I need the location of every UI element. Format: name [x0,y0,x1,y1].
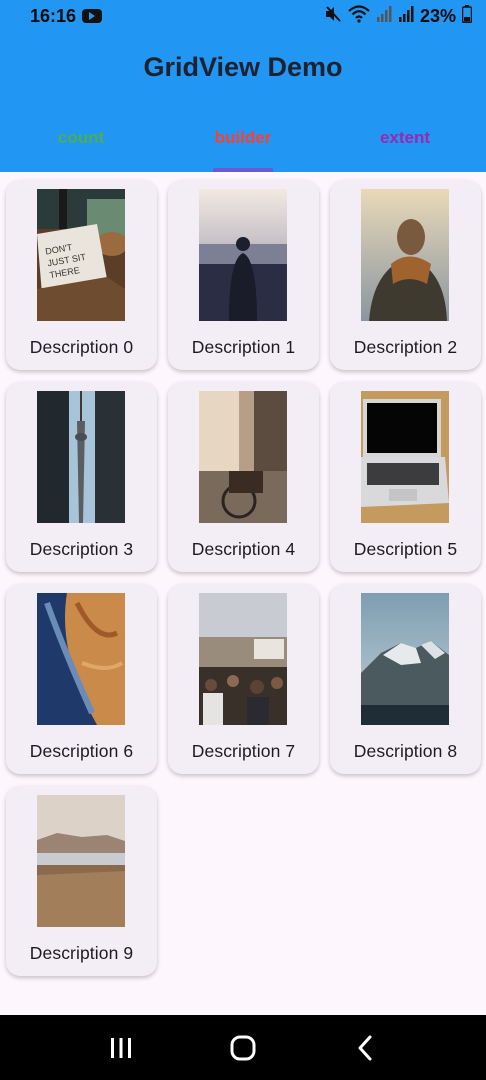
card-description: Description 5 [353,539,458,559]
tab-builder-label: builder [214,128,272,147]
card-description: Description 7 [191,741,296,761]
grid-card[interactable]: DON'T JUST SIT THERE Description 0 [6,180,157,370]
signal-icon [376,5,392,28]
page-title: GridView Demo [143,52,343,82]
grid-card[interactable]: Description 9 [6,786,157,976]
grid-card[interactable]: Description 4 [168,382,319,572]
grid-card[interactable]: Description 7 [168,584,319,774]
aerial-terrain-photo [37,593,125,725]
card-description: Description 2 [353,337,458,357]
mute-icon [324,5,342,28]
wifi-icon [348,4,370,28]
battery-percent: 23% [419,5,456,26]
snowy-mountain-photo [361,593,449,725]
street-bicycle-photo [199,391,287,523]
grid-card[interactable]: Description 3 [6,382,157,572]
app-bar: GridView Demo count builder extent [0,32,486,172]
card-description: Description 9 [29,943,134,963]
tab-count[interactable]: count [0,116,162,172]
cn-tower-photo [37,391,125,523]
grid-view: DON'T JUST SIT THERE Description 0 Descr… [6,180,481,976]
card-description: Description 0 [29,337,134,357]
crowd-street-photo [199,593,287,725]
battery-icon [461,4,473,28]
person-city-view-photo [199,189,287,321]
tab-extent-label: extent [379,128,431,147]
tab-count-label: count [57,128,105,147]
recent-apps-icon[interactable] [101,1028,141,1068]
status-time: 16:16 [30,5,77,26]
card-description: Description 6 [29,741,134,761]
notebook-desk-photo: DON'T JUST SIT THERE [37,189,125,321]
status-bar: 16:16 23% [0,0,486,32]
person-scarf-photo [361,189,449,321]
field-lake-photo [37,795,125,927]
system-nav-bar [0,1015,486,1080]
tab-builder[interactable]: builder [162,116,324,172]
home-icon[interactable] [223,1028,263,1068]
status-right: 23% [324,4,473,28]
grid-card[interactable]: Description 5 [330,382,481,572]
grid-card[interactable]: Description 8 [330,584,481,774]
card-description: Description 8 [353,741,458,761]
tab-extent[interactable]: extent [324,116,486,172]
card-description: Description 3 [29,539,134,559]
card-description: Description 1 [191,337,296,357]
back-icon[interactable] [345,1028,385,1068]
grid-card[interactable]: Description 2 [330,180,481,370]
youtube-icon [82,9,103,23]
grid-card[interactable]: Description 6 [6,584,157,774]
laptop-photo [361,391,449,523]
status-left: 16:16 [30,5,103,27]
signal-r-icon [398,5,414,28]
card-description: Description 4 [191,539,296,559]
grid-card[interactable]: Description 1 [168,180,319,370]
tab-bar: count builder extent [0,116,486,172]
tab-indicator [213,168,273,172]
